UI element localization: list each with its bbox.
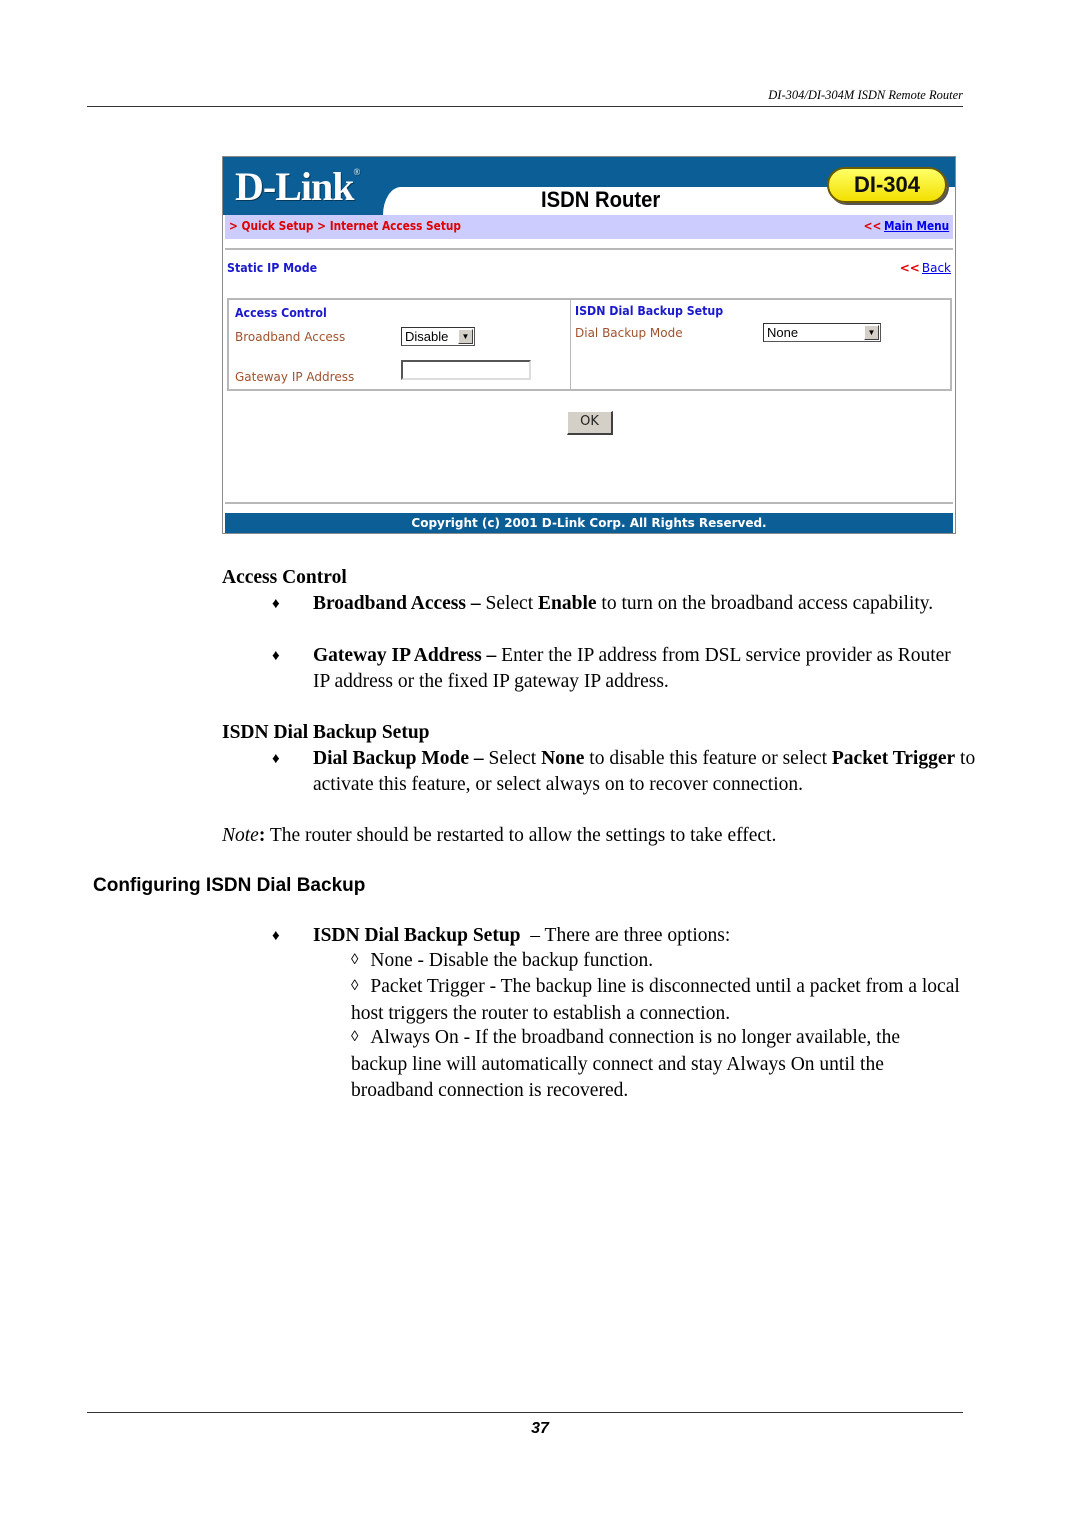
option-text: None - Disable the backup function. [370,950,654,971]
dial-backup-panel: ISDN Dial Backup Setup Dial Backup Mode … [570,298,952,391]
access-control-title: Access Control [235,306,327,320]
broadband-access-label: Broadband Access [235,330,346,344]
lozenge-icon: ◊ [351,952,359,968]
option-text: Always On - If the broadband connection … [351,1027,901,1101]
page-number: 37 [531,1420,549,1437]
copyright-footer: Copyright (c) 2001 D-Link Corp. All Righ… [225,513,953,533]
running-header: DI-304/DI-304M ISDN Remote Router [768,88,963,102]
model-badge: DI-304 [827,167,947,203]
gateway-ip-input[interactable] [401,360,531,380]
note-text: The router should be restarted to allow … [265,825,777,846]
term: Packet Trigger [831,748,956,769]
dial-backup-mode-label: Dial Backup Mode [575,326,683,340]
dial-backup-mode-value: None [767,325,799,340]
main-menu-link-wrap: << Main Menu [864,219,949,233]
dial-backup-mode-select[interactable]: None ▼ [763,323,881,342]
term: Dial Backup Mode – [313,748,484,769]
term: Broadband Access – [313,593,481,614]
double-chevron-left-icon: << [899,261,920,275]
gateway-ip-label: Gateway IP Address [235,370,355,384]
footer-rule [87,1412,963,1413]
lozenge-icon: ◊ [351,978,359,994]
option-packet-trigger: ◊ Packet Trigger - The backup line is dis… [351,974,961,1027]
text: to disable this feature or select [584,748,832,769]
option-none: ◊ None - Disable the backup function. [351,948,961,975]
term: None [541,748,585,769]
divider [225,502,953,504]
double-chevron-left-icon: << [863,219,882,233]
access-control-panel: Access Control Broadband Access Disable … [227,298,571,391]
divider [225,248,953,250]
bullet-icon: ♦ [272,751,280,767]
dropdown-arrow-icon[interactable]: ▼ [458,329,473,344]
option-text: Packet Trigger - The backup line is disc… [351,976,960,1024]
ok-button[interactable]: OK [567,411,613,435]
term: Gateway IP Address – [313,645,497,666]
router-ui-screenshot: D-Link® ISDN Router DI-304 > Quick Setup… [222,156,956,534]
banner: D-Link® ISDN Router DI-304 [223,157,955,215]
dlink-logo: D-Link® [235,164,360,209]
option-always-on: ◊ Always On - If the broadband connection… [351,1025,961,1104]
broadband-access-value: Disable [405,329,449,344]
text: Select [483,748,542,769]
main-menu-link[interactable]: Main Menu [884,219,949,233]
dial-backup-title: ISDN Dial Backup Setup [575,304,724,318]
bullet-icon: ♦ [272,928,280,944]
section-heading: Configuring ISDN Dial Backup [93,875,366,896]
note: Note: The router should be restarted to … [222,823,776,849]
broadband-access-select[interactable]: Disable ▼ [401,327,475,346]
dial-backup-heading: ISDN Dial Backup Setup [222,722,430,743]
back-link-wrap: << Back [900,261,951,275]
router-title: ISDN Router [541,187,661,212]
lozenge-icon: ◊ [351,1029,359,1045]
access-control-heading: Access Control [222,567,347,588]
dropdown-arrow-icon[interactable]: ▼ [864,325,879,340]
bullet-icon: ♦ [272,648,280,664]
note-label: Note [222,825,259,846]
term: Enable [538,593,597,614]
text: to turn on the broadband access capabili… [596,593,934,614]
text: Select [480,593,538,614]
breadcrumb: > Quick Setup > Internet Access Setup [229,219,461,233]
text: – There are three options: [520,925,731,946]
term: ISDN Dial Backup Setup [313,925,521,946]
back-link[interactable]: Back [922,261,951,275]
header-rule [87,106,963,107]
bullet-icon: ♦ [272,596,280,612]
nav-bar: > Quick Setup > Internet Access Setup <<… [225,215,953,239]
mode-title: Static IP Mode [227,261,318,275]
